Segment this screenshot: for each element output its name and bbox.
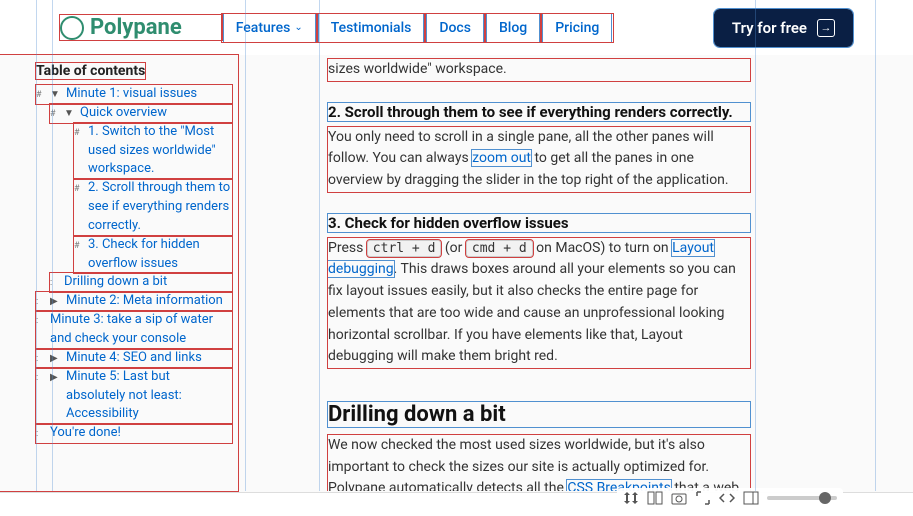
hash-icon: #	[36, 85, 46, 102]
top-navigation: Polypane Features⌄ Testimonials Docs Blo…	[0, 0, 913, 55]
toc-minute-4[interactable]: Minute 4: SEO and links	[66, 349, 202, 368]
nav-testimonials[interactable]: Testimonials	[319, 14, 424, 42]
content-wrap: sizes worldwide" workspace. 2. Scroll th…	[238, 55, 913, 491]
hash-icon: #	[74, 123, 84, 140]
toc-minute-3[interactable]: Minute 3: take a sip of water and check …	[50, 311, 232, 349]
sync-scroll-icon[interactable]	[623, 490, 639, 506]
toc-minute-5[interactable]: Minute 5: Last but absolutely not least:…	[66, 368, 232, 425]
article-content: sizes worldwide" workspace. 2. Scroll th…	[320, 55, 755, 491]
section-2-body: You only need to scroll in a single pane…	[328, 127, 750, 192]
toc: #▼Minute 1: visual issues #▼Quick overvi…	[36, 85, 232, 443]
expand-icon[interactable]	[695, 490, 711, 506]
hash-icon: #	[50, 104, 60, 121]
layout-icon[interactable]	[647, 490, 663, 506]
toc-minute-1[interactable]: Minute 1: visual issues	[66, 85, 197, 104]
nav-docs[interactable]: Docs	[427, 14, 483, 42]
toggle-icon[interactable]: ▼	[50, 85, 62, 103]
kbd-cmd-d: cmd + d	[466, 240, 533, 257]
toc-title: Table of contents	[36, 63, 145, 79]
chevron-down-icon: ⌄	[294, 22, 302, 33]
try-for-free-button[interactable]: Try for free →	[714, 9, 853, 47]
main-container: Table of contents #▼Minute 1: visual iss…	[0, 55, 913, 491]
toc-item-1[interactable]: 1. Switch to the "Most used sizes worldw…	[88, 123, 232, 180]
zoom-out-link[interactable]: zoom out	[472, 150, 531, 166]
toc-item-3[interactable]: 3. Check for hidden overflow issues	[88, 236, 232, 274]
arrow-right-icon: →	[817, 19, 835, 37]
logo-text: Polypane	[90, 15, 182, 40]
camera-icon[interactable]	[671, 490, 687, 506]
toggle-icon[interactable]: ▶	[50, 349, 62, 367]
partial-text: sizes worldwide" workspace.	[328, 59, 750, 81]
colon-icon: :	[36, 424, 46, 441]
section-3-body: Press ctrl + d (or cmd + d on MacOS) to …	[328, 238, 750, 368]
sidebar: Table of contents #▼Minute 1: visual iss…	[0, 55, 238, 491]
toggle-icon[interactable]: ▶	[50, 292, 62, 310]
colon-icon: :	[50, 273, 60, 290]
panels-icon[interactable]	[743, 490, 759, 506]
code-icon[interactable]	[719, 490, 735, 506]
hash-icon: #	[74, 179, 84, 196]
kbd-ctrl-d: ctrl + d	[367, 240, 442, 257]
toc-quick-overview[interactable]: Quick overview	[80, 104, 167, 123]
viewport-toolbar	[617, 488, 843, 508]
nav-pricing[interactable]: Pricing	[543, 14, 611, 42]
toggle-icon[interactable]: ▶	[50, 368, 62, 386]
colon-icon: :	[36, 292, 46, 309]
colon-icon: :	[36, 311, 46, 328]
toggle-icon[interactable]: ▼	[64, 104, 76, 122]
toc-minute-2[interactable]: Minute 2: Meta information	[66, 292, 223, 311]
section-3-heading: 3. Check for hidden overflow issues	[328, 214, 750, 232]
toc-item-2[interactable]: 2. Scroll through them to see if everyth…	[88, 179, 232, 236]
section-2-heading: 2. Scroll through them to see if everyth…	[328, 103, 750, 121]
toc-done[interactable]: You're done!	[50, 424, 121, 443]
nav-features[interactable]: Features⌄	[224, 14, 315, 42]
colon-icon: :	[36, 368, 46, 385]
logo[interactable]: Polypane	[60, 15, 222, 40]
nav-links: Features⌄ Testimonials Docs Blog Pricing	[222, 14, 614, 42]
hash-icon: #	[74, 236, 84, 253]
slider-thumb[interactable]	[819, 492, 831, 504]
drilling-heading: Drilling down a bit	[328, 402, 750, 427]
nav-blog[interactable]: Blog	[487, 14, 539, 42]
polypane-logo-icon	[60, 16, 84, 40]
toc-drilling[interactable]: Drilling down a bit	[64, 273, 167, 292]
colon-icon: :	[36, 349, 46, 366]
zoom-slider[interactable]	[767, 496, 837, 500]
drilling-body: We now checked the most used sizes world…	[328, 435, 750, 491]
